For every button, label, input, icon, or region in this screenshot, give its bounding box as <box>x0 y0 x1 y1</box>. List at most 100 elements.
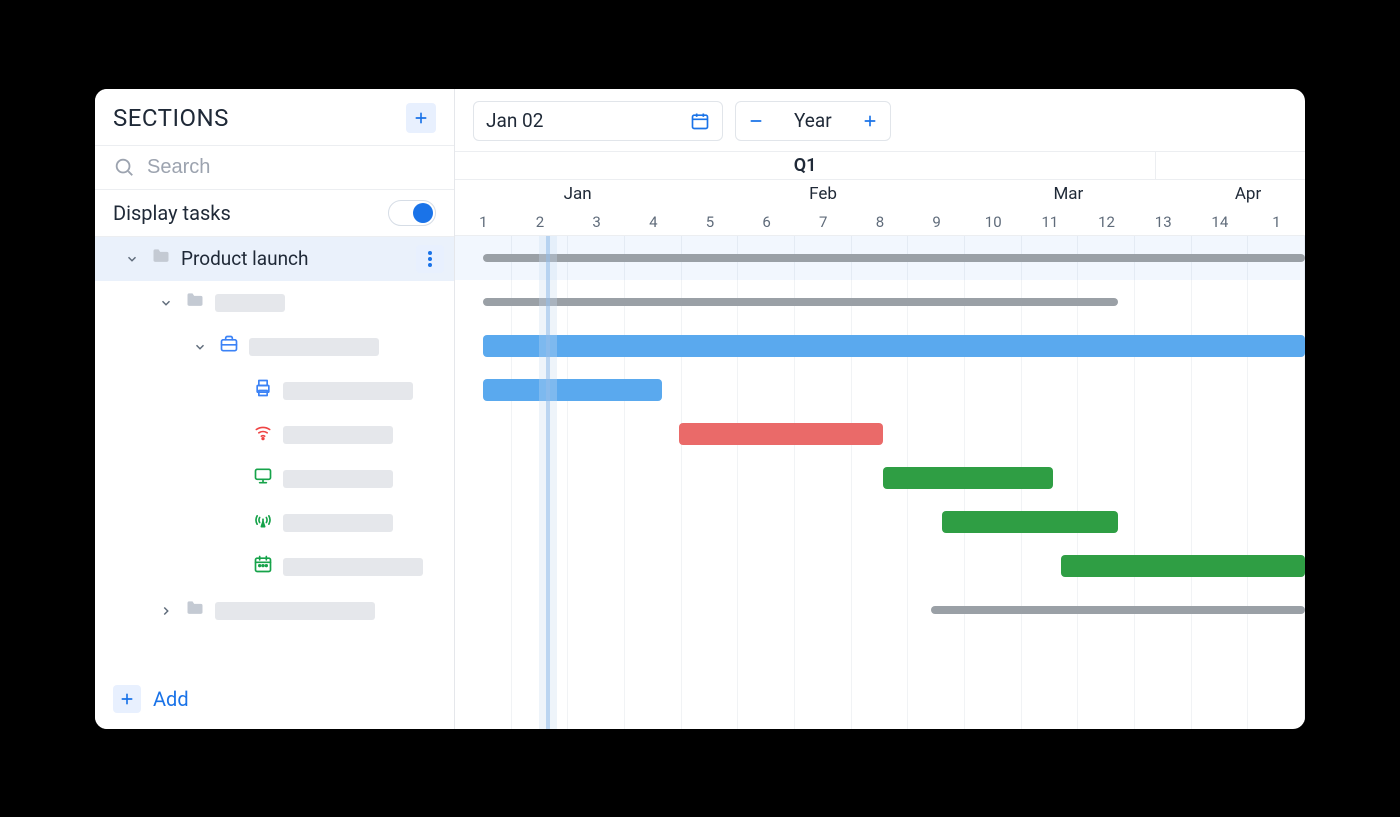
display-tasks-toggle[interactable] <box>388 200 436 226</box>
week-cell: 2 <box>512 208 569 235</box>
tree-row[interactable] <box>95 369 454 413</box>
add-section-footer[interactable]: Add <box>95 673 454 729</box>
month-row: JanFebMarApr <box>455 180 1305 208</box>
gantt-row <box>455 544 1305 588</box>
search-input[interactable] <box>147 156 436 179</box>
task-bar[interactable] <box>883 467 1053 489</box>
today-marker <box>546 236 550 729</box>
plus-icon <box>862 113 878 129</box>
month-cell: Apr <box>1191 180 1305 208</box>
app-window: SECTIONS Display tasks Product launch Ad… <box>95 89 1305 729</box>
sidebar: SECTIONS Display tasks Product launch Ad… <box>95 89 455 729</box>
tree-row[interactable] <box>95 281 454 325</box>
task-bar[interactable] <box>942 511 1118 533</box>
quarter-cell-next <box>1156 152 1305 179</box>
task-bar[interactable] <box>483 379 662 401</box>
gantt-row <box>455 412 1305 456</box>
toggle-knob <box>413 203 433 223</box>
week-cell: 5 <box>682 208 739 235</box>
gantt-body[interactable] <box>455 236 1305 729</box>
gantt-row <box>455 236 1305 280</box>
placeholder-text <box>215 294 285 312</box>
month-cell: Mar <box>946 180 1191 208</box>
tree-row[interactable] <box>95 501 454 545</box>
placeholder-text <box>283 514 393 532</box>
week-cell: 8 <box>852 208 909 235</box>
date-picker[interactable]: Jan 02 <box>473 101 723 141</box>
monitor-icon <box>253 466 273 491</box>
task-bar[interactable] <box>483 335 1305 357</box>
summary-bar[interactable] <box>931 606 1305 614</box>
week-cell: 6 <box>738 208 795 235</box>
calendar-icon <box>690 111 710 131</box>
gantt-row <box>455 368 1305 412</box>
tree-row[interactable] <box>95 589 454 633</box>
summary-bar[interactable] <box>483 298 1118 306</box>
tree-row[interactable] <box>95 325 454 369</box>
placeholder-text <box>283 470 393 488</box>
week-cell: 1 <box>455 208 512 235</box>
chevron-down-icon[interactable] <box>191 338 209 356</box>
gantt-row <box>455 500 1305 544</box>
week-cell: 10 <box>965 208 1022 235</box>
tree-row[interactable] <box>95 457 454 501</box>
zoom-control: Year <box>735 101 891 141</box>
gantt-rows <box>455 236 1305 729</box>
tree-row[interactable] <box>95 413 454 457</box>
antenna-icon <box>253 510 273 535</box>
placeholder-text <box>283 426 393 444</box>
timeline-header: Q1 JanFebMarApr 12345678910111213141 <box>455 151 1305 236</box>
main-area: Jan 02 Year Q1 JanFebMarApr 123456789101… <box>455 89 1305 729</box>
week-cell: 9 <box>908 208 965 235</box>
folder-icon <box>185 290 205 315</box>
search-icon <box>113 156 135 178</box>
chevron-down-icon[interactable] <box>157 294 175 312</box>
gantt-row <box>455 632 1305 676</box>
placeholder-text <box>215 602 375 620</box>
folder-icon <box>151 246 171 271</box>
zoom-out-button[interactable] <box>736 102 776 140</box>
gantt-row <box>455 280 1305 324</box>
tree-row[interactable]: Product launch <box>95 237 454 281</box>
plus-icon-box <box>113 685 141 713</box>
summary-bar[interactable] <box>483 254 1305 262</box>
chevron-right-icon[interactable] <box>157 602 175 620</box>
zoom-in-button[interactable] <box>850 102 890 140</box>
week-cell: 4 <box>625 208 682 235</box>
month-cell: Feb <box>700 180 945 208</box>
placeholder-text <box>283 382 413 400</box>
search-row <box>95 145 454 190</box>
gantt-row <box>455 456 1305 500</box>
row-actions-button[interactable] <box>416 245 444 273</box>
add-label: Add <box>153 687 189 711</box>
week-row: 12345678910111213141 <box>455 208 1305 236</box>
tree-row[interactable] <box>95 545 454 589</box>
zoom-label: Year <box>776 109 850 132</box>
week-cell: 1 <box>1248 208 1305 235</box>
calendar-icon <box>253 554 273 579</box>
display-tasks-row: Display tasks <box>95 190 454 237</box>
week-cell: 7 <box>795 208 852 235</box>
sections-tree: Product launch <box>95 237 454 673</box>
display-tasks-label: Display tasks <box>113 201 231 225</box>
chevron-down-icon[interactable] <box>123 250 141 268</box>
sidebar-header: SECTIONS <box>95 89 454 145</box>
week-cell: 12 <box>1078 208 1135 235</box>
task-bar[interactable] <box>1061 555 1305 577</box>
wifi-icon <box>253 422 273 447</box>
week-cell: 11 <box>1022 208 1079 235</box>
week-cell: 13 <box>1135 208 1192 235</box>
week-cell: 3 <box>568 208 625 235</box>
date-label: Jan 02 <box>486 109 543 132</box>
gantt-row <box>455 324 1305 368</box>
quarter-cell: Q1 <box>455 152 1156 179</box>
plus-icon <box>119 691 135 707</box>
task-bar[interactable] <box>679 423 883 445</box>
plus-icon <box>413 110 429 126</box>
add-section-button[interactable] <box>406 103 436 133</box>
minus-icon <box>748 113 764 129</box>
placeholder-text <box>283 558 423 576</box>
placeholder-text <box>249 338 379 356</box>
gantt-row <box>455 588 1305 632</box>
toolbar: Jan 02 Year <box>455 89 1305 151</box>
